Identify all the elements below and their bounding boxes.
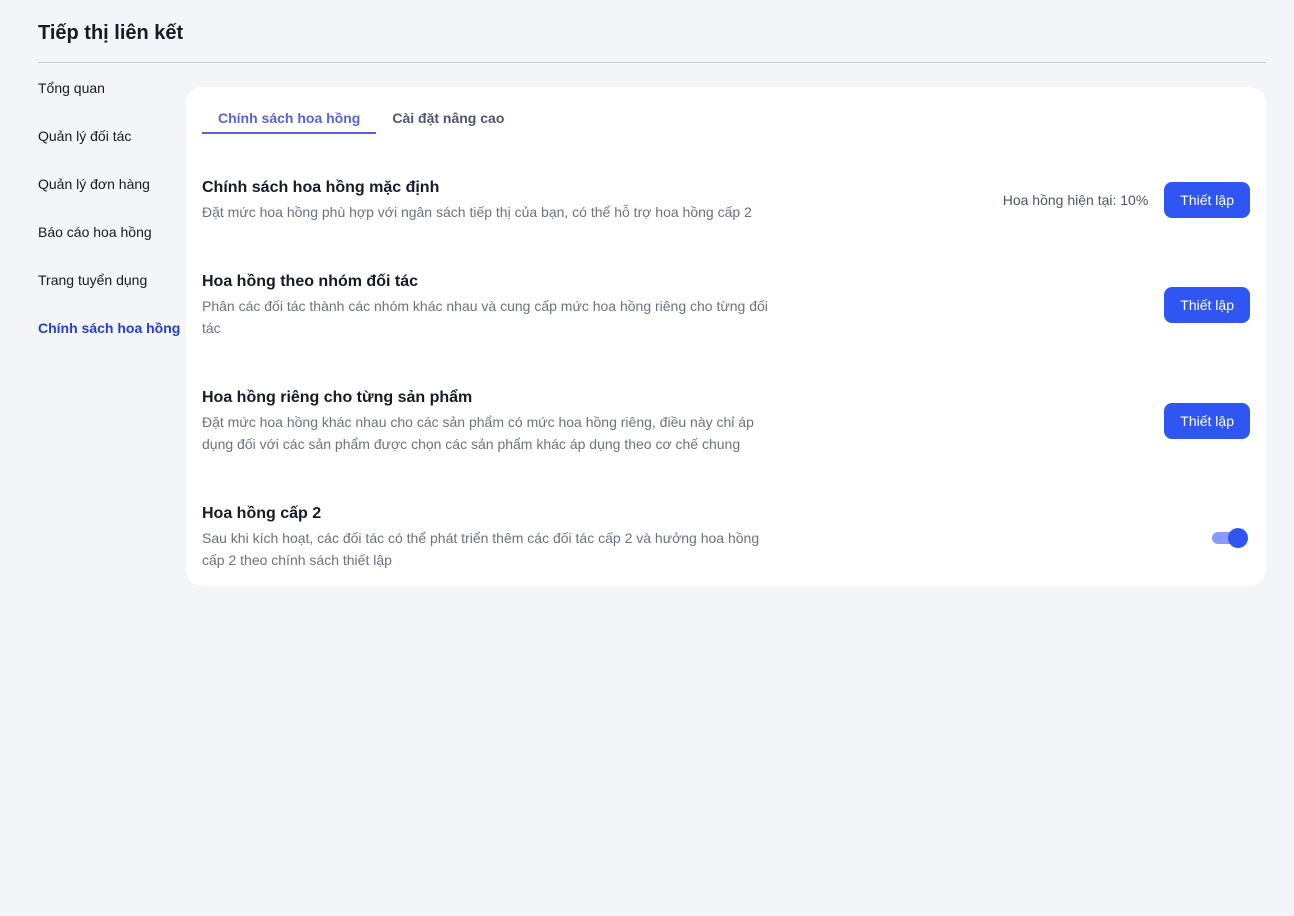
current-rate-label: Hoa hồng hiện tại: 10% <box>1002 192 1149 208</box>
section-title: Hoa hồng riêng cho từng sản phẩm <box>202 389 473 406</box>
section-description: Đặt mức hoa hồng khác nhau cho các sản p… <box>202 414 754 452</box>
main-card: Chính sách hoa hồng Cài đặt nâng cao Chí… <box>186 87 1266 586</box>
tier2-commission-toggle[interactable] <box>1210 527 1250 548</box>
section-actions <box>1210 527 1250 548</box>
sidebar-item-commission-report[interactable]: Báo cáo hoa hồng <box>38 220 188 268</box>
tab-advanced-settings[interactable]: Cài đặt nâng cao <box>376 87 520 134</box>
sidebar-item-recruitment-page[interactable]: Trang tuyển dụng <box>38 268 188 316</box>
section-description: Sau khi kích hoạt, các đối tác có thể ph… <box>202 530 760 568</box>
sidebar-item-partners[interactable]: Quản lý đối tác <box>38 124 188 172</box>
page-title: Tiếp thị liên kết <box>38 22 184 44</box>
tab-commission-policy[interactable]: Chính sách hoa hồng <box>202 87 377 134</box>
sidebar-item-commission-policy[interactable]: Chính sách hoa hồng <box>38 316 188 364</box>
section-actions: Thiết lập <box>1164 403 1250 439</box>
section-actions: Hoa hồng hiện tại: 10% Thiết lập <box>1003 182 1250 218</box>
section-partner-group-commission: Hoa hồng theo nhóm đối tác Phân các đối … <box>202 271 1250 339</box>
section-description: Đặt mức hoa hồng phù hợp với ngân sách t… <box>202 204 752 220</box>
toggle-thumb <box>1228 528 1248 548</box>
section-default-commission: Chính sách hoa hồng mặc định Đặt mức hoa… <box>202 177 1250 223</box>
tab-bar: Chính sách hoa hồng Cài đặt nâng cao <box>202 87 520 135</box>
section-description: Phân các đối tác thành các nhóm khác nha… <box>202 298 768 336</box>
page: Tiếp thị liên kết Tổng quan Quản lý đối … <box>0 0 1294 916</box>
section-product-commission: Hoa hồng riêng cho từng sản phẩm Đặt mức… <box>202 387 1250 455</box>
sidebar: Tổng quan Quản lý đối tác Quản lý đơn hà… <box>38 76 188 364</box>
setup-partner-group-commission-button[interactable]: Thiết lập <box>1164 287 1250 323</box>
section-actions: Thiết lập <box>1164 287 1250 323</box>
section-title: Hoa hồng cấp 2 <box>202 505 322 522</box>
sidebar-item-overview[interactable]: Tổng quan <box>38 76 188 124</box>
section-tier2-commission: Hoa hồng cấp 2 Sau khi kích hoạt, các đố… <box>202 503 1250 571</box>
setup-product-commission-button[interactable]: Thiết lập <box>1164 403 1250 439</box>
setup-default-commission-button[interactable]: Thiết lập <box>1164 182 1250 218</box>
header-divider <box>38 62 1266 63</box>
section-title: Hoa hồng theo nhóm đối tác <box>202 273 418 290</box>
sidebar-item-orders[interactable]: Quản lý đơn hàng <box>38 172 188 220</box>
